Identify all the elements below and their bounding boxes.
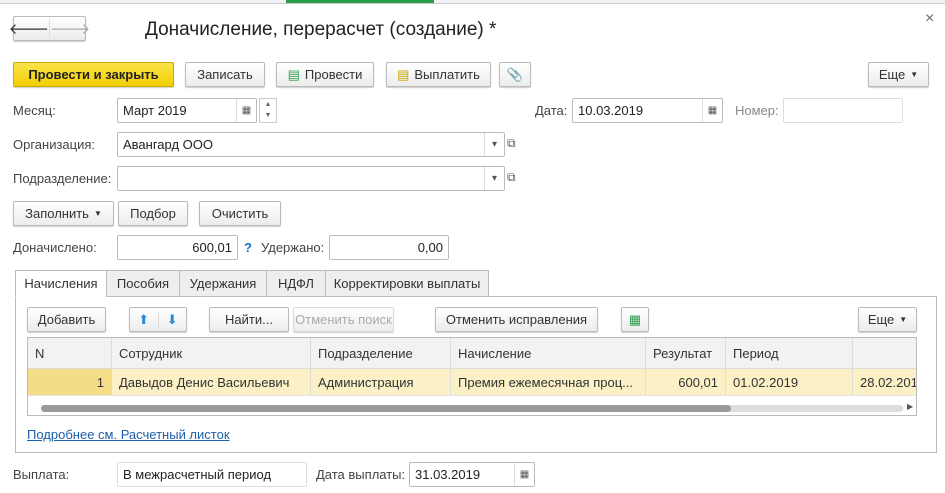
arrow-down-icon[interactable]: ⬇ (159, 312, 187, 328)
col-period-end[interactable] (853, 338, 916, 368)
pay-doc-icon: ▤ (397, 66, 410, 82)
org-label: Организация: (13, 137, 96, 152)
dropdown-icon[interactable]: ▾ (484, 133, 504, 156)
more-button[interactable]: Еще ▼ (868, 62, 929, 87)
withheld-label: Удержано: (261, 240, 325, 255)
forward-arrow-icon[interactable]: 🡒 (50, 19, 90, 38)
payout-label: Выплата: (13, 467, 70, 482)
col-n[interactable]: N (28, 338, 112, 368)
find-button[interactable]: Найти... (209, 307, 289, 332)
scroll-right-icon[interactable]: ▶ (907, 402, 913, 411)
top-tab-strip (0, 0, 945, 4)
payout-date-label: Дата выплаты: (316, 467, 406, 482)
post-doc-icon: ▤ (287, 66, 300, 82)
fill-button[interactable]: Заполнить ▼ (13, 201, 114, 226)
cancel-fixes-button[interactable]: Отменить исправления (435, 307, 598, 332)
post-and-close-button[interactable]: Провести и закрыть (13, 62, 174, 87)
clear-button[interactable]: Очистить (199, 201, 281, 226)
month-spinner[interactable]: ▲ ▼ (259, 98, 277, 123)
help-icon[interactable]: ? (244, 240, 252, 255)
page-title: Доначисление, перерасчет (создание) * (145, 19, 497, 40)
dept-label: Подразделение: (13, 171, 112, 186)
scrollbar-thumb[interactable] (41, 405, 731, 412)
payout-input[interactable]: В межрасчетный период (117, 462, 307, 487)
org-input[interactable]: Авангард ООО ▾ (117, 132, 505, 157)
tab-deductions[interactable]: Удержания (179, 270, 267, 297)
tab-accruals[interactable]: Начисления (15, 270, 107, 297)
table-row[interactable]: 1 Давыдов Денис Васильевич Администрация… (28, 369, 916, 396)
paperclip-icon: 📎 (506, 66, 524, 82)
chevron-down-icon: ▼ (93, 209, 102, 218)
accruals-table: N Сотрудник Подразделение Начисление Рез… (27, 337, 917, 416)
accrued-label: Доначислено: (13, 240, 97, 255)
col-period[interactable]: Период (726, 338, 853, 368)
pick-button[interactable]: Подбор (118, 201, 188, 226)
accrued-input[interactable]: 600,01 (117, 235, 238, 260)
calendar-icon[interactable]: ▦ (236, 99, 256, 122)
dept-input[interactable]: ▾ (117, 166, 505, 191)
close-icon[interactable]: × (925, 10, 934, 28)
month-input[interactable]: Март 2019 ▦ (117, 98, 257, 123)
tab-payment-corrections[interactable]: Корректировки выплаты (325, 270, 489, 297)
active-top-tab[interactable] (286, 0, 434, 3)
arrow-up-icon[interactable]: ⬆ (130, 311, 159, 328)
payout-date-input[interactable]: 31.03.2019 ▦ (409, 462, 535, 487)
date-input[interactable]: 10.03.2019 ▦ (572, 98, 723, 123)
table-more-button[interactable]: Еще ▼ (858, 307, 917, 332)
chevron-down-icon: ▼ (910, 70, 919, 79)
month-label: Месяц: (13, 103, 56, 118)
col-accrual[interactable]: Начисление (451, 338, 646, 368)
col-department[interactable]: Подразделение (311, 338, 451, 368)
tab-benefits[interactable]: Пособия (106, 270, 180, 297)
tab-ndfl[interactable]: НДФЛ (266, 270, 326, 297)
pay-button[interactable]: ▤ Выплатить (386, 62, 491, 87)
dropdown-icon[interactable]: ▾ (484, 167, 504, 190)
save-button[interactable]: Записать (185, 62, 265, 87)
payslip-link[interactable]: Подробнее см. Расчетный листок (27, 427, 230, 442)
number-label: Номер: (735, 103, 779, 118)
attach-button[interactable]: 📎 (499, 62, 531, 87)
calendar-icon[interactable]: ▦ (702, 99, 722, 122)
open-icon[interactable]: ⧉ (507, 136, 516, 151)
table-header: N Сотрудник Подразделение Начисление Рез… (28, 338, 916, 369)
horizontal-scrollbar[interactable] (41, 405, 903, 412)
table-add-icon: ▦ (628, 311, 642, 327)
move-buttons: ⬆ ⬇ (129, 307, 187, 332)
col-result[interactable]: Результат (646, 338, 726, 368)
nav-buttons: 🡐 🡒 (9, 16, 90, 41)
chevron-down-icon: ▼ (899, 315, 908, 324)
open-icon[interactable]: ⧉ (507, 170, 516, 185)
withheld-input[interactable]: 0,00 (329, 235, 449, 260)
cancel-search-button[interactable]: Отменить поиск (293, 307, 394, 332)
number-input[interactable] (783, 98, 903, 123)
date-label: Дата: (535, 103, 568, 118)
add-table-button[interactable]: ▦ (621, 307, 649, 332)
col-employee[interactable]: Сотрудник (112, 338, 311, 368)
calendar-icon[interactable]: ▦ (514, 463, 534, 486)
post-button[interactable]: ▤ Провести (276, 62, 374, 87)
back-arrow-icon[interactable]: 🡐 (9, 19, 50, 38)
add-button[interactable]: Добавить (27, 307, 106, 332)
